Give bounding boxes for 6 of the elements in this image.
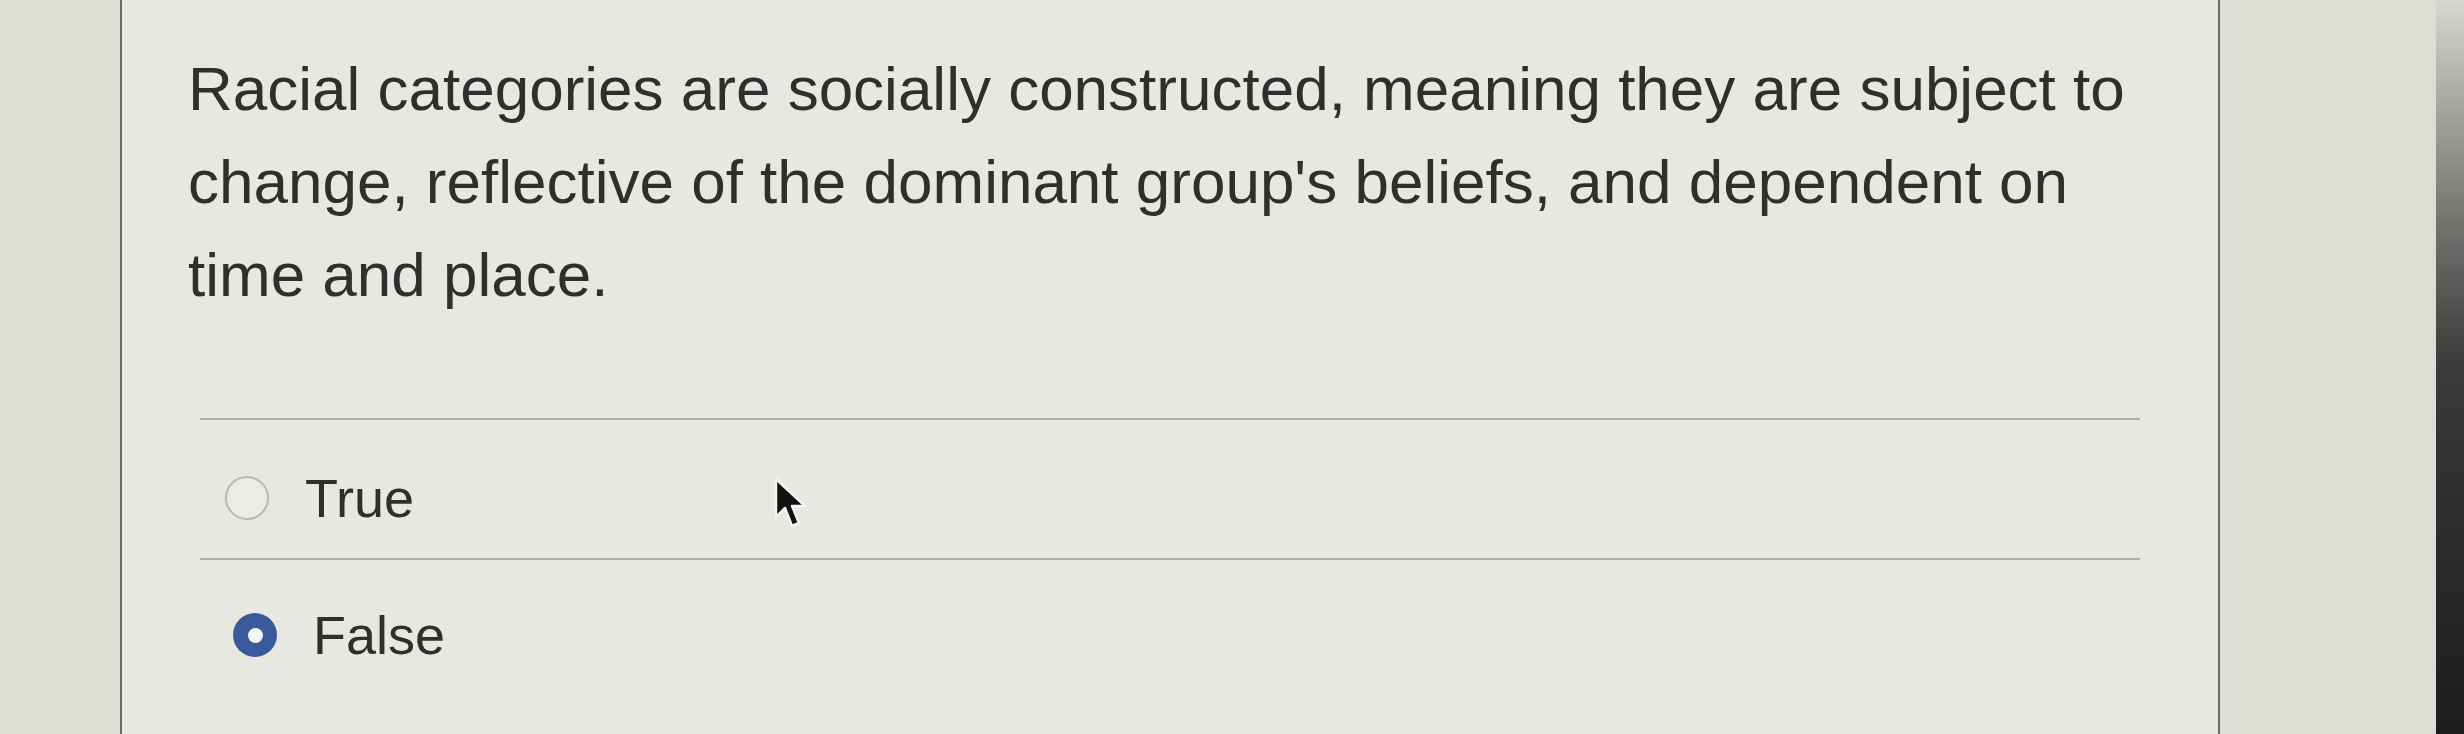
option-label[interactable]: False	[313, 605, 446, 665]
radio-button[interactable]	[225, 476, 269, 520]
radio-button[interactable]	[233, 613, 277, 657]
option-label[interactable]: True	[305, 468, 415, 528]
question-text: Racial categories are socially constructed, meaning they are subject to change, reflective of the dominant group's beliefs, and dependent on time and place.	[188, 53, 2126, 311]
cursor-arrow-icon	[774, 477, 808, 529]
